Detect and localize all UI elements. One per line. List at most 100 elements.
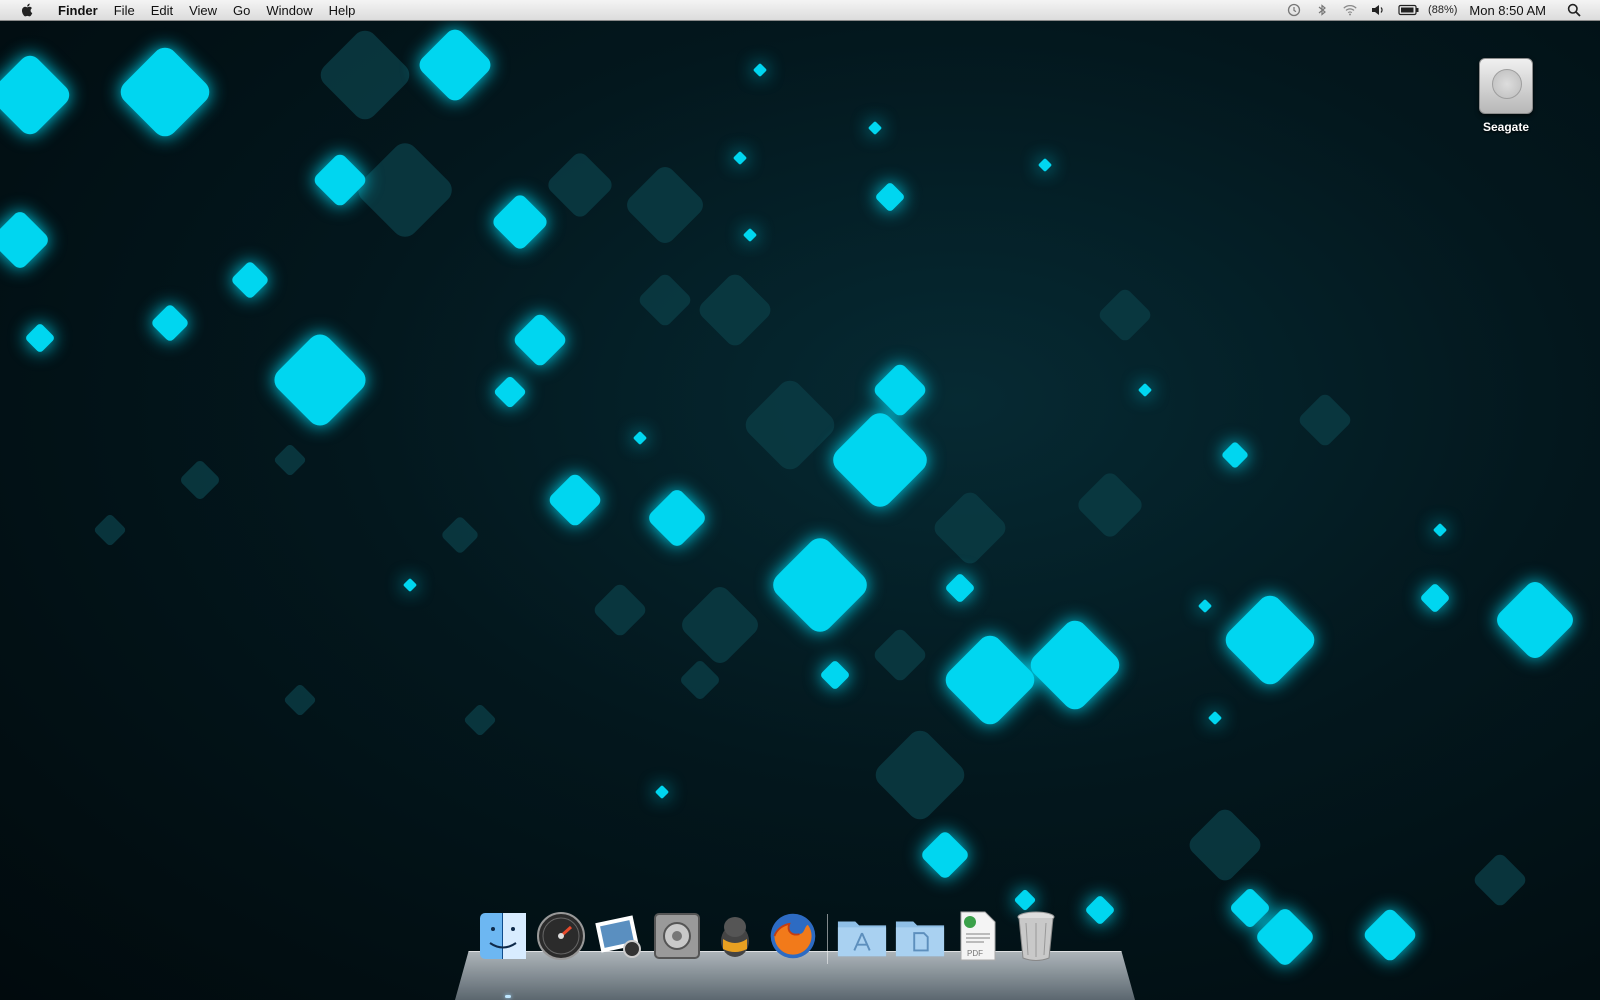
wallpaper-tile: [1030, 620, 1120, 710]
menu-bar: Finder File Edit View Go Window Help (88…: [0, 0, 1600, 21]
wallpaper-tile: [1231, 889, 1269, 927]
menu-edit[interactable]: Edit: [143, 0, 181, 20]
documents-folder-icon[interactable]: [894, 908, 946, 964]
wallpaper-tile: [946, 574, 974, 602]
dock-separator: [827, 914, 828, 964]
battery-percent: (88%): [1428, 4, 1458, 16]
wallpaper-tile: [232, 262, 268, 298]
wallpaper-tile: [494, 376, 526, 408]
desktop-wallpaper: [0, 29, 1573, 965]
menu-clock[interactable]: Mon 8:50 AM: [1469, 3, 1546, 18]
wallpaper-tile: [1421, 584, 1449, 612]
applications-folder-icon[interactable]: [836, 908, 888, 964]
wallpaper-tile: [1364, 909, 1416, 961]
wallpaper-tile: [699, 274, 771, 346]
seagate-drive[interactable]: Seagate: [1466, 58, 1546, 134]
wallpaper-tile: [493, 195, 547, 249]
wallpaper-tile: [627, 167, 703, 243]
svg-text:PDF: PDF: [967, 949, 983, 958]
adium-icon[interactable]: [709, 908, 761, 964]
wallpaper-tile: [1198, 599, 1212, 613]
wallpaper-tile: [773, 538, 867, 632]
menu-finder[interactable]: Finder: [50, 0, 106, 20]
wallpaper-tile: [868, 121, 882, 135]
wallpaper-tile: [934, 492, 1006, 564]
finder-running-indicator: [505, 995, 511, 998]
wallpaper-tile: [548, 153, 612, 217]
wallpaper-tile: [514, 314, 566, 366]
wallpaper-tile: [1208, 711, 1222, 725]
wallpaper-tile: [682, 587, 758, 663]
wallpaper-tile: [874, 629, 926, 681]
wallpaper-tile: [152, 305, 188, 341]
wallpaper-tile: [733, 151, 747, 165]
wallpaper-tile: [181, 461, 219, 499]
spotlight-icon[interactable]: [1566, 3, 1582, 17]
wallpaper-tile: [358, 143, 452, 237]
wallpaper-tile: [0, 55, 70, 135]
wallpaper-tile: [874, 364, 926, 416]
wallpaper-tile: [274, 334, 366, 426]
wallpaper-tile: [876, 183, 904, 211]
hard-drive-icon: [1479, 58, 1533, 114]
apple-menu-icon[interactable]: [18, 2, 36, 18]
wallpaper-tile: [875, 730, 965, 820]
wallpaper-tile: [94, 514, 126, 546]
volume-icon[interactable]: [1370, 3, 1386, 17]
wallpaper-tile: [442, 517, 478, 553]
wallpaper-tile: [922, 832, 968, 878]
wallpaper-tile: [320, 30, 410, 120]
wallpaper-tile: [745, 380, 835, 470]
wallpaper-tile: [1433, 523, 1447, 537]
wallpaper-tile: [821, 661, 849, 689]
wallpaper-tile: [649, 490, 705, 546]
wallpaper-tile: [1299, 394, 1351, 446]
wallpaper-tile: [419, 29, 491, 101]
wallpaper-tile: [1078, 473, 1142, 537]
trash-icon[interactable]: [1010, 908, 1062, 964]
wallpaper-tile: [26, 324, 54, 352]
bluetooth-icon[interactable]: [1314, 3, 1330, 17]
wallpaper-tile: [655, 785, 669, 799]
wallpaper-tile: [639, 274, 691, 326]
dock: PDF: [455, 911, 1135, 1000]
wallpaper-tile: [945, 635, 1035, 725]
wallpaper-tile: [1474, 854, 1526, 906]
wallpaper-tile: [464, 704, 496, 736]
menu-view[interactable]: View: [181, 0, 225, 20]
wallpaper-tile: [1086, 896, 1114, 924]
menu-file[interactable]: File: [106, 0, 143, 20]
finder-icon[interactable]: [477, 908, 529, 964]
wallpaper-tile: [1189, 809, 1261, 881]
wallpaper-tile: [833, 413, 927, 507]
wallpaper-tile: [753, 63, 767, 77]
time-machine-icon[interactable]: [1286, 3, 1302, 17]
wallpaper-tile: [1138, 383, 1152, 397]
wallpaper-tile: [314, 154, 366, 206]
battery-icon[interactable]: [1398, 3, 1420, 17]
wallpaper-tile: [549, 474, 601, 526]
wallpaper-tile: [1497, 582, 1573, 658]
menu-help[interactable]: Help: [321, 0, 364, 20]
wallpaper-tile: [120, 47, 210, 137]
iphoto-icon[interactable]: [593, 908, 645, 964]
wifi-icon[interactable]: [1342, 3, 1358, 17]
wallpaper-tile: [633, 431, 647, 445]
wallpaper-tile: [274, 444, 306, 476]
wallpaper-tile: [1099, 289, 1151, 341]
drive-label: Seagate: [1482, 120, 1530, 134]
menu-window[interactable]: Window: [258, 0, 320, 20]
wallpaper-tile: [0, 212, 48, 268]
wallpaper-tile: [403, 578, 417, 592]
wallpaper-tile: [1225, 595, 1315, 685]
firefox-icon[interactable]: [767, 908, 819, 964]
wallpaper-tile: [1038, 158, 1052, 172]
system-preferences-icon[interactable]: [651, 908, 703, 964]
pdf-document-icon[interactable]: PDF: [952, 908, 1004, 964]
wallpaper-tile: [594, 584, 646, 636]
dashboard-icon[interactable]: [535, 908, 587, 964]
wallpaper-tile: [681, 661, 719, 699]
wallpaper-tile: [743, 228, 757, 242]
wallpaper-tile: [284, 684, 316, 716]
menu-go[interactable]: Go: [225, 0, 258, 20]
